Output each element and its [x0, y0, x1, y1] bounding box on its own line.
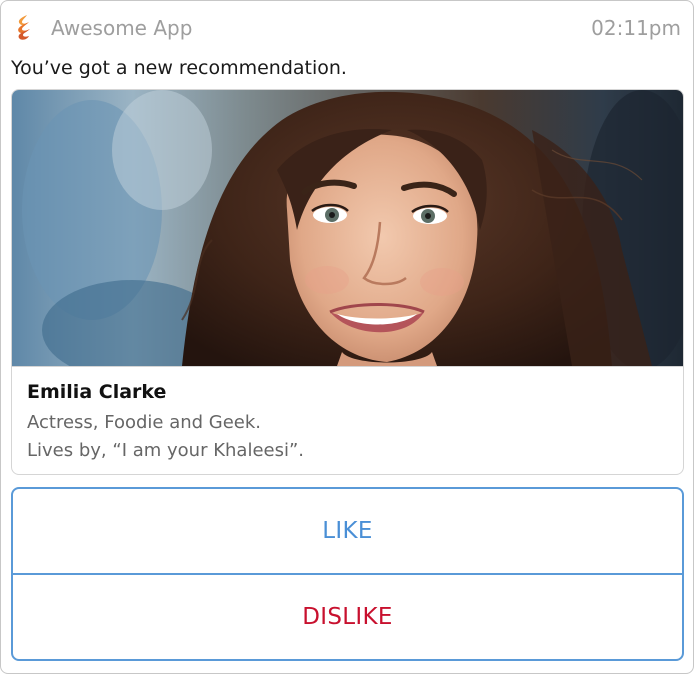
action-buttons-group: LIKE DISLIKE [11, 487, 684, 661]
like-button[interactable]: LIKE [13, 489, 682, 575]
recommendation-card[interactable]: Emilia Clarke Actress, Foodie and Geek. … [11, 89, 684, 475]
notification-message: You’ve got a new recommendation. [11, 57, 347, 79]
recommendation-bio-line-2: Lives by, “I am your Khaleesi”. [27, 440, 305, 461]
recommendation-bio-line-1: Actress, Foodie and Geek. [27, 412, 262, 433]
flame-logo-icon [14, 14, 32, 41]
notification-time: 02:11pm [591, 16, 681, 40]
notification-header: Awesome App 02:11pm [1, 1, 693, 53]
profile-photo [12, 90, 683, 367]
recommendation-name: Emilia Clarke [27, 381, 167, 403]
dislike-button[interactable]: DISLIKE [13, 575, 682, 659]
notification-card: Awesome App 02:11pm You’ve got a new rec… [0, 0, 694, 674]
app-name: Awesome App [51, 16, 193, 40]
